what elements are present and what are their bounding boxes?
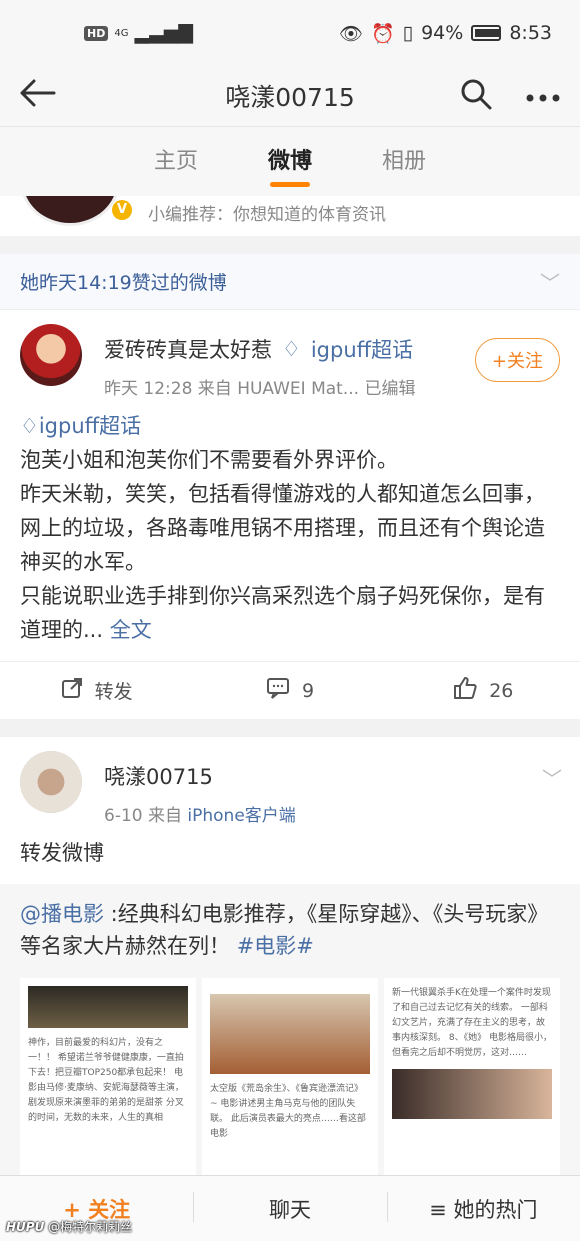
post-text: 转发微博 [20,841,104,865]
chevron-down-icon[interactable]: ﹀ [540,267,560,296]
post-text-line: 泡芙小姐和泡芙你们不需要看外界评价。 [20,448,398,472]
recommend-row: V 小编推荐：你想知道的体育资讯 [0,196,580,236]
recommend-text: 小编推荐：你想知道的体育资讯 [148,205,386,225]
chat-button[interactable]: 聊天 [193,1191,386,1224]
like-count: 26 [489,679,514,702]
post-text-line: 只能说职业选手排到你兴高采烈选个扇子妈死保你，是有道理的... [20,584,545,642]
post-text-line: 昨天米勒，笑笑，包括看得懂游戏的人都知道怎么回事，网上的垃圾，各路毒唯甩锅不用搭… [20,482,545,574]
alarm-icon: ⏰ [370,22,395,45]
eye-icon: 👁 [338,22,363,45]
thumbs-up-icon [453,676,477,705]
avatar[interactable] [20,324,82,386]
liked-header[interactable]: 她昨天14:19赞过的微博 ﹀ [0,254,580,310]
diamond-icon: ♢ [20,414,39,438]
supertopic-icon: ♢ [282,337,301,361]
avatar [20,196,120,226]
battery-icon [471,25,502,41]
signal-icon: ▂▃▅▇ [134,22,193,44]
her-hot-button[interactable]: ≡ 她的热门 [386,1191,580,1224]
status-bar: HD 4G ▂▃▅▇ 👁 ⏰ ▯ 94% 8:53 [0,0,580,66]
vibrate-icon: ▯ [402,22,414,44]
thumbnail-text: 太空版《荒岛余生》、《鲁宾逊漂流记》~ 电影讲述男主角马克与他的团队失联。 此后… [210,1084,366,1139]
image-thumbnail[interactable]: 太空版《荒岛余生》、《鲁宾逊漂流记》~ 电影讲述男主角马克与他的团队失联。 此后… [202,978,378,1188]
supertopic-link[interactable]: igpuff超话 [311,334,413,364]
repost-button[interactable]: 转发 [0,677,193,704]
post-actions: 转发 9 26 [0,661,580,719]
back-arrow-icon[interactable] [20,77,60,115]
author-name[interactable]: 爱砖砖真是太好惹 [104,334,272,364]
watermark-brand: HUPU [6,1220,45,1234]
comment-icon [266,677,290,704]
signal-label: 4G [114,27,129,39]
hd-badge: HD [84,25,109,41]
liked-header-text: 她昨天14:19赞过的微博 [20,272,227,294]
like-button[interactable]: 26 [387,676,580,705]
clock: 8:53 [509,22,552,44]
full-text-link[interactable]: 全文 [110,618,152,642]
mention-link[interactable]: @播电影 [20,902,104,926]
thumbnail-text: 新一代银翼杀手K在处理一个案件时发现了和自己过去记忆有关的线索。 一部科幻文艺片… [392,988,552,1058]
avatar[interactable] [20,751,82,813]
comment-button[interactable]: 9 [193,677,386,704]
watermark-user: @梅特尔莉莉丝 [48,1220,133,1234]
post-meta: 昨天 12:28 来自 HUAWEI Mat... 已编辑 [104,379,416,399]
battery-percent: 94% [421,22,464,44]
watermark: HUPU @梅特尔莉莉丝 [6,1218,132,1235]
chevron-down-icon[interactable]: ﹀ [542,763,562,792]
share-icon [61,677,83,704]
tab-home[interactable]: 主页 [154,143,198,181]
post-time: 6-10 来自 [104,806,188,826]
follow-button[interactable]: +关注 [474,338,560,382]
reposted-content[interactable]: @播电影 :经典科幻电影推荐，《星际穿越》、《头号玩家》等名家大片赫然在列！ #… [0,884,580,1188]
liked-post-card: 她昨天14:19赞过的微博 ﹀ 爱砖砖真是太好惹 ♢ igpuff超话 昨天 1… [0,254,580,719]
hashtag-link[interactable]: #电影# [237,934,314,958]
nav-bar: 哓漾00715 [0,66,580,126]
comment-count: 9 [301,679,315,702]
profile-tabs: 主页 微博 相册 [0,126,580,196]
post-source[interactable]: iPhone客户端 [187,806,295,826]
tab-weibo[interactable]: 微博 [268,143,312,181]
repost-label: 转发 [94,681,133,703]
topic-link[interactable]: igpuff超话 [39,414,141,438]
image-thumbnail[interactable]: 新一代银翼杀手K在处理一个案件时发现了和自己过去记忆有关的线索。 一部科幻文艺片… [384,978,560,1188]
tab-album[interactable]: 相册 [382,143,426,181]
image-thumbnail[interactable]: 神作，目前最爱的科幻片，没有之一！！ 希望诺兰爷爷健健康康，一直拍下去！把豆瓣T… [20,978,196,1188]
thumbnail-text: 神作，目前最爱的科幻片，没有之一！！ 希望诺兰爷爷健健康康，一直拍下去！把豆瓣T… [28,1038,184,1123]
more-icon[interactable] [526,87,560,106]
search-icon[interactable] [460,78,492,114]
repost-card: 哓漾00715 6-10 来自 iPhone客户端 ﹀ 转发微博 @播电影 :经… [0,737,580,1188]
author-name[interactable]: 哓漾00715 [104,761,213,791]
verified-icon: V [112,200,132,220]
